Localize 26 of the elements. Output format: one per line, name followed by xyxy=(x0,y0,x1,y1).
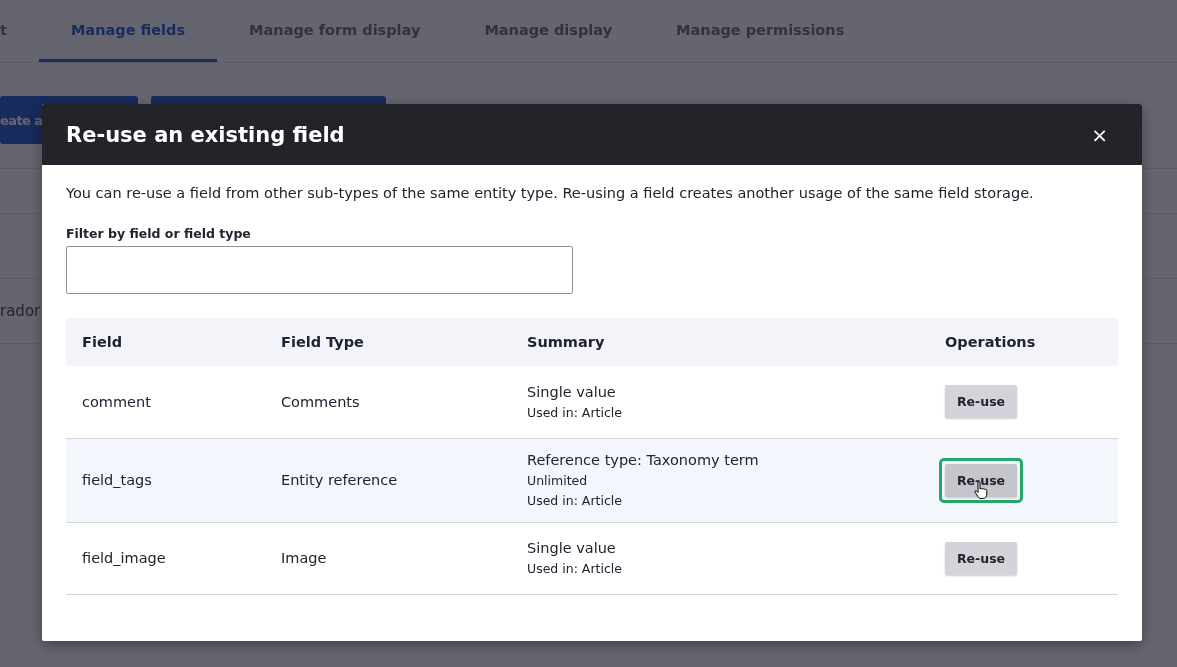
summary-text: Used in: Article xyxy=(527,404,623,420)
table-cell: Comments xyxy=(265,366,511,438)
table-cell: Image xyxy=(265,522,511,594)
summary-text: Single value xyxy=(527,383,617,400)
row-text: rador xyxy=(0,302,41,320)
filter-field[interactable] xyxy=(66,246,573,294)
column-header: Summary xyxy=(511,318,929,366)
column-header: Operations xyxy=(929,318,1118,366)
table-cell: field_tags xyxy=(66,438,265,522)
table-cell: Entity reference xyxy=(265,438,511,522)
dialog-title: Re-use an existing field xyxy=(66,122,345,147)
reuse-button[interactable]: Re-use xyxy=(945,463,1017,497)
column-header: Field xyxy=(66,318,265,366)
table-cell: comment xyxy=(66,366,265,438)
summary-text: Reference type: Taxonomy term xyxy=(527,452,760,468)
filter-label: Filter by field or field type xyxy=(66,226,252,241)
reuse-button[interactable]: Re-use xyxy=(945,541,1017,575)
summary-text: Used in: Article xyxy=(527,493,623,508)
column-header: Field Type xyxy=(265,318,511,366)
table-cell: field_image xyxy=(66,522,265,594)
close-button[interactable]: × xyxy=(1087,122,1112,147)
reuse-button[interactable]: Re-use xyxy=(945,385,1017,419)
summary-text: Unlimited xyxy=(527,473,589,488)
summary-text: Single value xyxy=(527,540,617,556)
summary-text: Used in: Article xyxy=(527,561,623,576)
description: You can re-use a field from other sub-types of the same entity type. Re-using a field creates another usage of the same field storage. xyxy=(66,184,1035,203)
